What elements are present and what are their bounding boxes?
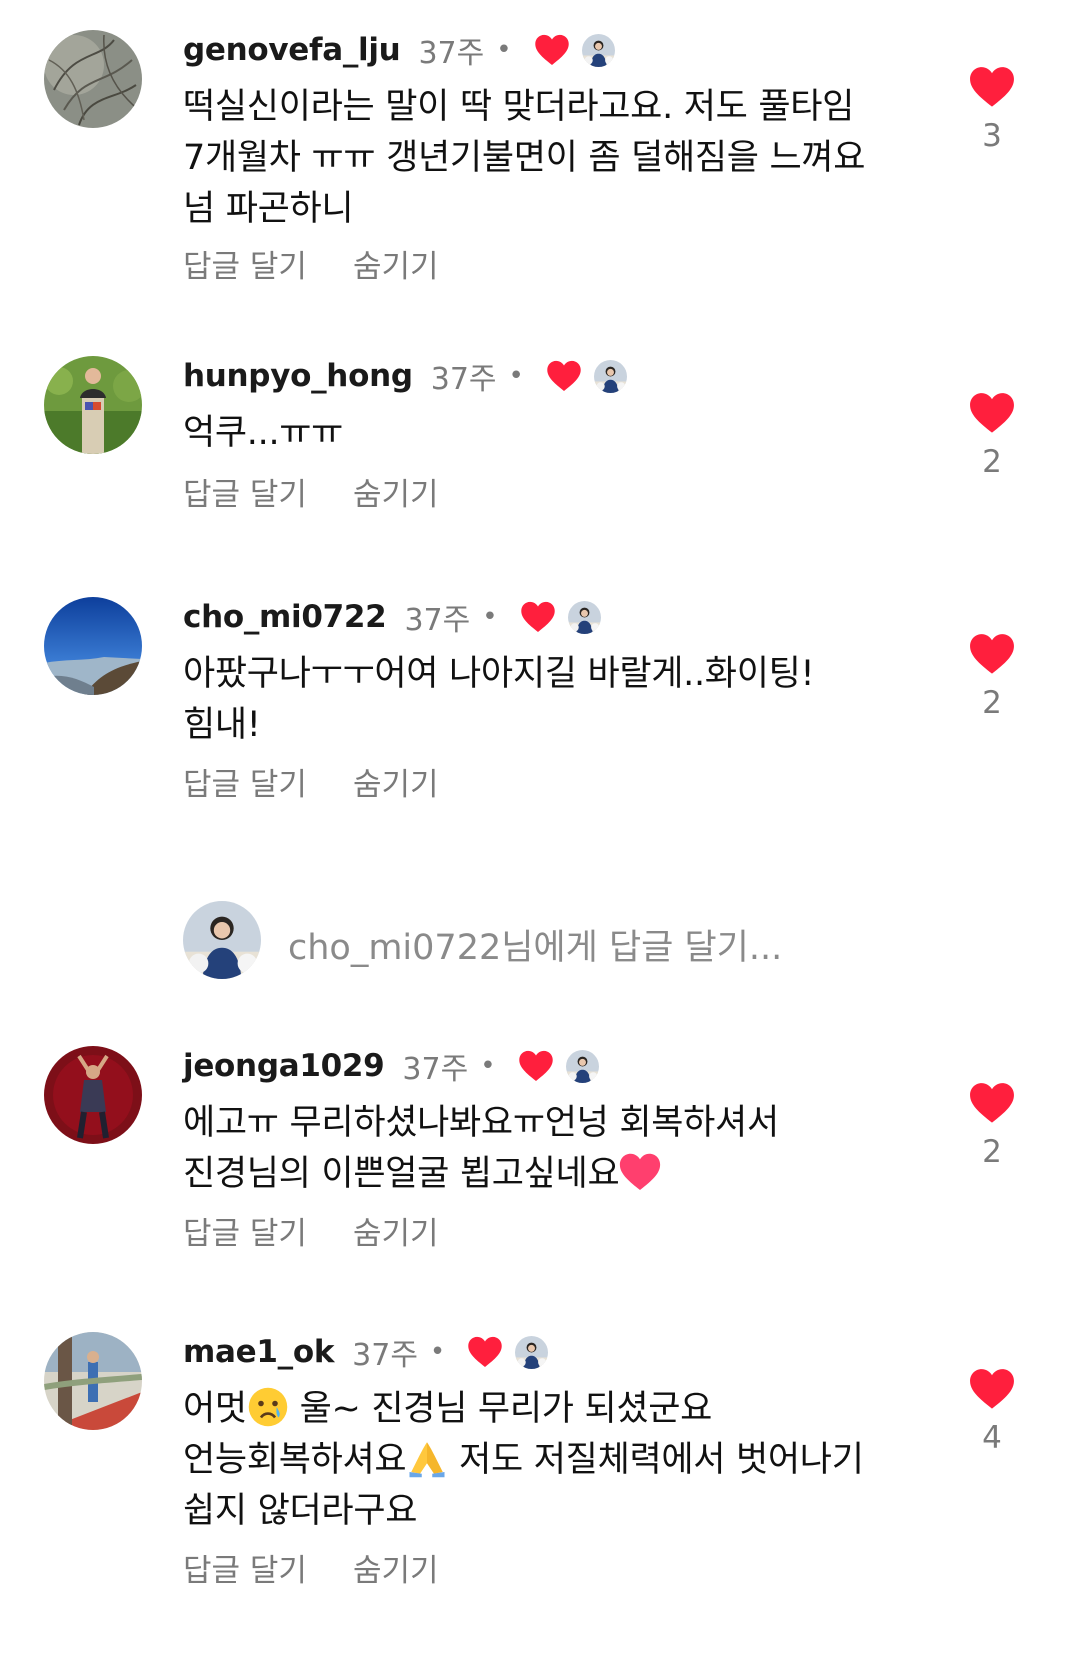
- heart-icon[interactable]: [969, 633, 1015, 675]
- username[interactable]: hunpyo_hong: [183, 358, 413, 394]
- comment-line: 힘내!: [183, 705, 261, 745]
- comment-text: 어멋 울~ 진경님 무리가 되셨군요 언능회복하셔요 저도 저질체력에서 벗어나…: [183, 1384, 903, 1537]
- comment-text: 에고ㅠ 무리하셨나봐요ㅠ언넝 회복하셔서 진경님의 이쁜얼굴 뵙고싶네요: [183, 1098, 903, 1200]
- timestamp: 37주: [402, 1052, 469, 1087]
- comment-line: 에고ㅠ 무리하셨나봐요ㅠ언넝 회복하셔서: [183, 1103, 779, 1143]
- separator-dot: •: [496, 35, 512, 65]
- comment-line-text: 진경님의 이쁜얼굴 뵙고싶네요: [183, 1154, 620, 1194]
- heart-icon: [518, 1050, 554, 1082]
- hide-button[interactable]: 숨기기: [353, 1208, 439, 1253]
- creator-avatar-badge: [594, 360, 627, 393]
- reply-input[interactable]: cho_mi0722님에게 답글 달기...: [288, 919, 782, 970]
- reply-button[interactable]: 답글 달기: [183, 1208, 307, 1253]
- comment-line: 넘 파곤하니: [183, 189, 354, 229]
- comment-line: 언능회복하셔요 저도 저질체력에서 벗어나기: [183, 1435, 903, 1486]
- hide-button[interactable]: 숨기기: [353, 469, 439, 514]
- comment-line: 쉽지 않더라구요: [183, 1491, 418, 1531]
- pink-heart-emoji: [620, 1153, 661, 1191]
- avatar[interactable]: [44, 356, 142, 454]
- separator-dot: •: [480, 1051, 496, 1081]
- reply-button[interactable]: 답글 달기: [183, 1545, 307, 1590]
- username[interactable]: genovefa_lju: [183, 32, 401, 68]
- reply-composer[interactable]: cho_mi0722님에게 답글 달기...: [0, 901, 1080, 981]
- heart-icon: [467, 1336, 503, 1368]
- creator-liked-badge: [520, 601, 601, 634]
- creator-avatar-badge: [568, 601, 601, 634]
- comment-line: 진경님의 이쁜얼굴 뵙고싶네요: [183, 1149, 903, 1200]
- folded-hands-emoji: [409, 1442, 445, 1478]
- separator-dot: •: [429, 1337, 446, 1367]
- username[interactable]: mae1_ok: [183, 1334, 334, 1370]
- creator-liked-badge: [467, 1336, 548, 1369]
- avatar[interactable]: [44, 1046, 142, 1144]
- comment-line: 어멋 울~ 진경님 무리가 되셨군요: [183, 1384, 903, 1435]
- heart-icon[interactable]: [969, 66, 1015, 108]
- like-button[interactable]: 2: [968, 633, 1016, 721]
- comment-text: 떡실신이라는 말이 딱 맞더라고요. 저도 풀타임 7개월차 ㅠㅠ 갱년기불면이…: [183, 82, 903, 235]
- comment-line-text: 울~ 진경님 무리가 되셨군요: [288, 1389, 713, 1429]
- like-count: 3: [982, 118, 1002, 154]
- comment-line: 7개월차 ㅠㅠ 갱년기불면이 좀 덜해짐을 느껴요: [183, 138, 866, 178]
- comment-header: jeonga1029 37주 •: [183, 1042, 599, 1090]
- like-button[interactable]: 3: [968, 66, 1016, 154]
- my-avatar: [183, 901, 261, 979]
- creator-liked-badge: [546, 360, 627, 393]
- comment-header: mae1_ok 37주 •: [183, 1328, 548, 1376]
- reply-button[interactable]: 답글 달기: [183, 759, 307, 804]
- like-count: 2: [982, 1134, 1002, 1170]
- like-count: 2: [982, 685, 1002, 721]
- hide-button[interactable]: 숨기기: [353, 1545, 439, 1590]
- username[interactable]: cho_mi0722: [183, 599, 387, 635]
- like-button[interactable]: 2: [968, 392, 1016, 480]
- like-count: 4: [982, 1420, 1002, 1456]
- creator-liked-badge: [518, 1050, 599, 1083]
- comment-header: hunpyo_hong 37주 •: [183, 352, 627, 400]
- heart-icon[interactable]: [969, 1082, 1015, 1124]
- comment-line: 떡실신이라는 말이 딱 맞더라고요. 저도 풀타임: [183, 87, 855, 127]
- comment-text: 아팠구나ㅜㅜ어여 나아지길 바랄게..화이팅! 힘내!: [183, 649, 903, 751]
- reply-button[interactable]: 답글 달기: [183, 241, 307, 286]
- comment-line-text: 언능회복하셔요: [183, 1440, 407, 1480]
- comment-header: cho_mi0722 37주 •: [183, 593, 601, 641]
- avatar[interactable]: [44, 597, 142, 695]
- crying-face-emoji: [248, 1387, 288, 1427]
- comment-actions: 답글 달기 숨기기: [183, 1545, 439, 1590]
- comment-line: 억쿠...ㅠㅠ: [183, 413, 344, 453]
- reply-button[interactable]: 답글 달기: [183, 469, 307, 514]
- creator-avatar-badge: [582, 34, 615, 67]
- separator-dot: •: [482, 602, 498, 632]
- username[interactable]: jeonga1029: [183, 1048, 385, 1084]
- creator-liked-badge: [534, 34, 615, 67]
- heart-icon: [520, 601, 556, 633]
- avatar[interactable]: [44, 1332, 142, 1430]
- timestamp: 37주: [430, 362, 497, 397]
- comment-line-text: 어멋: [183, 1389, 247, 1429]
- creator-avatar-badge: [515, 1336, 548, 1369]
- separator-dot: •: [508, 361, 524, 391]
- comment-actions: 답글 달기 숨기기: [183, 241, 439, 286]
- comment-line-text: 저도 저질체력에서 벗어나기: [448, 1440, 864, 1480]
- comment-header: genovefa_lju 37주 •: [183, 26, 615, 74]
- like-count: 2: [982, 444, 1002, 480]
- comment-actions: 답글 달기 숨기기: [183, 469, 439, 514]
- avatar[interactable]: [44, 30, 142, 128]
- timestamp: 37주: [418, 36, 485, 71]
- hide-button[interactable]: 숨기기: [353, 759, 439, 804]
- hide-button[interactable]: 숨기기: [353, 241, 439, 286]
- creator-avatar-badge: [566, 1050, 599, 1083]
- comment-text: 억쿠...ㅠㅠ: [183, 408, 903, 459]
- heart-icon: [534, 34, 570, 66]
- timestamp: 37주: [404, 603, 471, 638]
- comment-line: 아팠구나ㅜㅜ어여 나아지길 바랄게..화이팅!: [183, 654, 815, 694]
- comment-actions: 답글 달기 숨기기: [183, 759, 439, 804]
- like-button[interactable]: 2: [968, 1082, 1016, 1170]
- heart-icon[interactable]: [969, 392, 1015, 434]
- like-button[interactable]: 4: [968, 1368, 1016, 1456]
- heart-icon: [546, 360, 582, 392]
- comment-actions: 답글 달기 숨기기: [183, 1208, 439, 1253]
- heart-icon[interactable]: [969, 1368, 1015, 1410]
- timestamp: 37주: [352, 1338, 418, 1373]
